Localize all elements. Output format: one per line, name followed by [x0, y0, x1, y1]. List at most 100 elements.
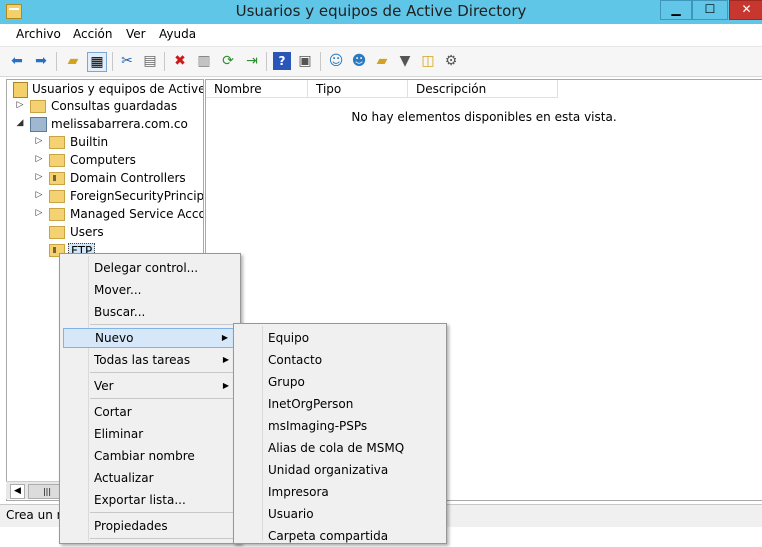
menu-separator — [90, 512, 236, 513]
toolbar-separator — [112, 52, 113, 71]
menu-accion[interactable]: Acción — [73, 27, 112, 41]
menu-item-actualizar[interactable]: Actualizar — [63, 468, 237, 488]
tree-item-label: ForeignSecurityPrincipals — [70, 189, 204, 203]
expand-arrow-icon[interactable]: ▷ — [34, 190, 44, 200]
delete-icon[interactable]: ✖ — [171, 52, 189, 70]
tree-item-label: Consultas guardadas — [51, 99, 178, 113]
menu-ver[interactable]: Ver — [126, 27, 146, 41]
cut-icon[interactable]: ✂ — [118, 52, 136, 70]
copy-icon[interactable]: ▤ — [141, 52, 159, 70]
menu-item-delegar-control[interactable]: Delegar control... — [63, 258, 237, 278]
menu-item-label: Cortar — [94, 405, 132, 419]
status-text: Crea un n — [6, 508, 65, 522]
title-bar[interactable]: Usuarios y equipos de Active Directory ▁… — [0, 0, 762, 24]
column-header-nombre[interactable]: Nombre — [206, 80, 308, 98]
menu-item-cambiar-nombre[interactable]: Cambiar nombre — [63, 446, 237, 466]
find-icon[interactable]: ◫ — [419, 52, 437, 70]
menu-item-buscar[interactable]: Buscar... — [63, 302, 237, 322]
properties-icon[interactable]: ▥ — [195, 52, 213, 70]
tree-item-domain[interactable]: ◢ melissabarrera.com.co — [7, 116, 203, 134]
menu-item-eliminar[interactable]: Eliminar — [63, 424, 237, 444]
add-user-icon[interactable]: ☺ — [327, 52, 345, 70]
forward-icon[interactable]: ➡ — [32, 52, 50, 70]
menu-item-propiedades[interactable]: Propiedades — [63, 516, 237, 536]
aduc-icon — [13, 82, 28, 98]
back-icon[interactable]: ⬅ — [8, 52, 26, 70]
add-ou-icon[interactable]: ▰ — [373, 52, 391, 70]
submenu-item-contacto[interactable]: Contacto — [237, 349, 442, 371]
submenu-item-unidad-organizativa[interactable]: Unidad organizativa — [237, 459, 442, 481]
menu-item-ver[interactable]: Ver ▶ — [63, 376, 237, 396]
menu-item-label: Actualizar — [94, 471, 154, 485]
up-folder-icon[interactable]: ▰ — [64, 52, 82, 70]
submenu-item-usuario[interactable]: Usuario — [237, 503, 442, 525]
tree-item-managed-service[interactable]: ▷ Managed Service Accour — [7, 206, 203, 224]
add-group-icon[interactable]: ☻ — [350, 52, 368, 70]
empty-view-message: No hay elementos disponibles en esta vis… — [351, 110, 617, 124]
expand-arrow-icon[interactable]: ▷ — [34, 154, 44, 164]
column-header-descripcion[interactable]: Descripción — [408, 80, 558, 98]
menu-item-label: Buscar... — [94, 305, 146, 319]
expand-arrow-icon[interactable]: ▷ — [34, 136, 44, 146]
delegate-icon[interactable]: ⚙ — [442, 52, 460, 70]
menu-item-label: Delegar control... — [94, 261, 199, 275]
toolbar-separator — [266, 52, 267, 71]
menu-item-cortar[interactable]: Cortar — [63, 402, 237, 422]
menu-item-label: Cambiar nombre — [94, 449, 195, 463]
tree-item-users[interactable]: Users — [7, 224, 203, 242]
folder-icon — [49, 226, 65, 239]
tree-item-computers[interactable]: ▷ Computers — [7, 152, 203, 170]
submenu-item-alias-msmq[interactable]: Alias de cola de MSMQ — [237, 437, 442, 459]
menu-ayuda[interactable]: Ayuda — [159, 27, 196, 41]
tree-item-foreign-security[interactable]: ▷ ForeignSecurityPrincipals — [7, 188, 203, 206]
minimize-button[interactable]: ▁ — [660, 0, 692, 20]
tree-item-label: melissabarrera.com.co — [51, 117, 188, 131]
menu-bar: Archivo Acción Ver Ayuda — [0, 24, 762, 47]
submenu-nuevo: Equipo Contacto Grupo InetOrgPerson msIm… — [233, 323, 447, 544]
menu-item-todas-las-tareas[interactable]: Todas las tareas ▶ — [63, 350, 237, 370]
submenu-item-grupo[interactable]: Grupo — [237, 371, 442, 393]
export-icon[interactable]: ⇥ — [243, 52, 261, 70]
ou-folder-icon — [49, 172, 65, 185]
help-icon[interactable]: ? — [273, 52, 291, 70]
menu-archivo[interactable]: Archivo — [16, 27, 61, 41]
submenu-arrow-icon: ▶ — [222, 381, 229, 390]
column-header-tipo[interactable]: Tipo — [308, 80, 408, 98]
menu-item-label: Eliminar — [94, 427, 144, 441]
menu-separator — [90, 372, 236, 373]
tree-item-domain-controllers[interactable]: ▷ Domain Controllers — [7, 170, 203, 188]
context-menu: Delegar control... Mover... Buscar... Nu… — [59, 253, 241, 544]
collapse-arrow-icon[interactable]: ◢ — [15, 118, 25, 128]
refresh-icon[interactable]: ⟳ — [219, 52, 237, 70]
expand-arrow-icon[interactable]: ▷ — [34, 172, 44, 182]
menu-separator — [90, 324, 236, 325]
folder-icon — [49, 136, 65, 149]
show-tree-icon[interactable]: ▦ — [87, 52, 107, 72]
tree-item-label: Users — [70, 225, 104, 239]
toolbar-separator — [56, 52, 57, 71]
tree-item-saved-queries[interactable]: ▷ Consultas guardadas — [7, 98, 203, 116]
menu-item-exportar-lista[interactable]: Exportar lista... — [63, 490, 237, 510]
filter-icon[interactable]: ▼ — [396, 52, 414, 70]
tree-item-label: Managed Service Accour — [70, 207, 204, 221]
tree-item-label: Builtin — [70, 135, 109, 149]
submenu-item-impresora[interactable]: Impresora — [237, 481, 442, 503]
tree-item-builtin[interactable]: ▷ Builtin — [7, 134, 203, 152]
expand-arrow-icon[interactable]: ▷ — [34, 208, 44, 218]
submenu-item-equipo[interactable]: Equipo — [237, 327, 442, 349]
tree-root[interactable]: Usuarios y equipos de Active Dir — [7, 81, 203, 99]
expand-arrow-icon[interactable]: ▷ — [15, 100, 25, 110]
folder-icon — [49, 190, 65, 203]
mmc-icon[interactable]: ▣ — [296, 52, 314, 70]
submenu-item-inetorgperson[interactable]: InetOrgPerson — [237, 393, 442, 415]
folder-icon — [30, 100, 46, 113]
submenu-item-carpeta-compartida[interactable]: Carpeta compartida — [237, 525, 442, 547]
menu-item-mover[interactable]: Mover... — [63, 280, 237, 300]
submenu-arrow-icon: ▶ — [222, 355, 229, 364]
window-title: Usuarios y equipos de Active Directory — [235, 2, 527, 20]
submenu-item-msimaging-psps[interactable]: msImaging-PSPs — [237, 415, 442, 437]
maximize-button[interactable]: ☐ — [692, 0, 728, 20]
close-button[interactable]: ✕ — [729, 0, 762, 20]
menu-item-nuevo[interactable]: Nuevo ▶ — [63, 328, 237, 348]
scroll-left-icon[interactable]: ◀ — [10, 484, 25, 499]
